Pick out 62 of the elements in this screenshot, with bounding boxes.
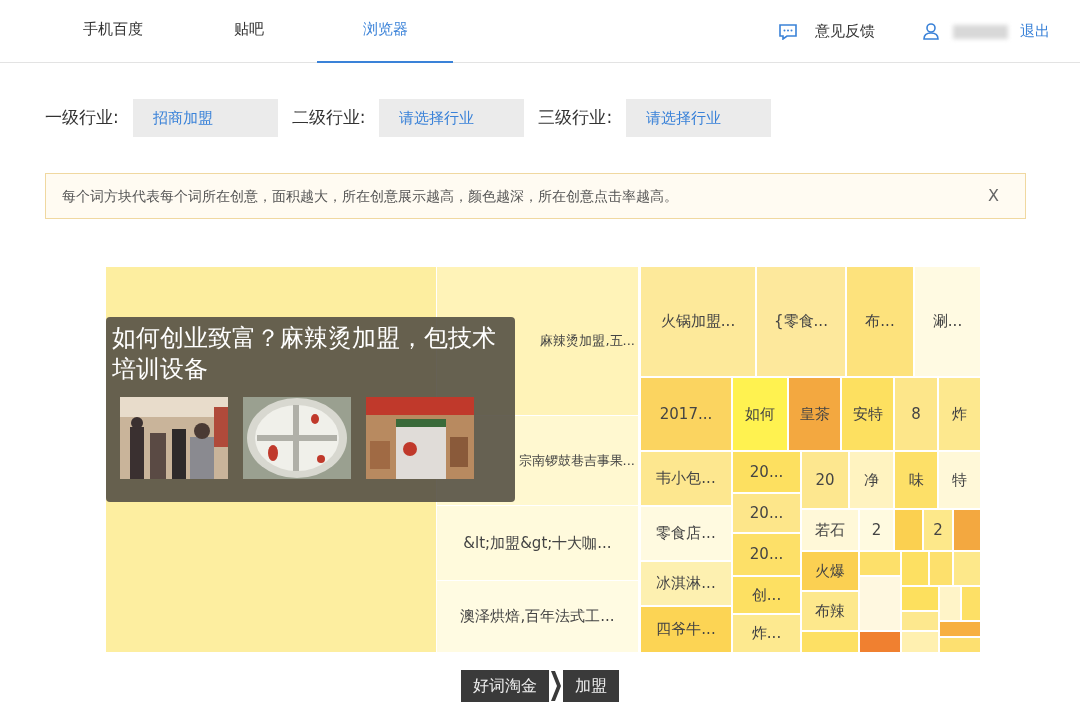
treemap-tile[interactable]	[860, 552, 900, 575]
user-icon[interactable]	[923, 23, 939, 40]
treemap-tile[interactable]	[860, 577, 900, 630]
filter-label: 三级行业:	[538, 106, 613, 130]
nav-tab[interactable]: 贴吧	[181, 0, 317, 63]
treemap-tile[interactable]	[962, 587, 980, 620]
treemap-tile[interactable]: 火锅加盟...	[641, 267, 755, 376]
treemap-tile[interactable]: &lt;加盟&gt;十大咖...	[437, 506, 638, 580]
treemap-tile[interactable]	[940, 638, 980, 652]
treemap-tile[interactable]	[902, 612, 938, 630]
treemap-tile[interactable]: 2	[924, 510, 952, 550]
treemap-tile[interactable]: 布辣	[802, 592, 858, 630]
treemap-tile[interactable]: 2	[860, 510, 893, 550]
treemap-tile[interactable]: 零食店...	[641, 507, 731, 560]
treemap-tile[interactable]: 味	[895, 452, 937, 508]
treemap-tile[interactable]	[940, 587, 960, 620]
treemap-tile[interactable]	[940, 622, 980, 636]
filter-label: 二级行业:	[291, 106, 366, 130]
nav-tab[interactable]: 手机百度	[45, 0, 181, 63]
treemap-tile[interactable]: 澳泽烘焙,百年法式工...	[437, 581, 638, 652]
treemap-tile[interactable]: 20...	[733, 494, 800, 532]
blurred-username	[953, 24, 1008, 39]
treemap-tile[interactable]: 炸...	[733, 615, 800, 652]
treemap-tile[interactable]	[802, 632, 858, 652]
feedback-link[interactable]: 意见反馈	[815, 20, 875, 43]
treemap-tile[interactable]: 冰淇淋...	[641, 562, 731, 605]
breadcrumb-item[interactable]: 好词淘金	[461, 670, 549, 702]
treemap-tile[interactable]: 创...	[733, 577, 800, 613]
treemap-tile[interactable]: 皇茶	[789, 378, 840, 450]
treemap-tile[interactable]: 韦小包...	[641, 452, 731, 505]
logout-link[interactable]: 退出	[1020, 20, 1050, 43]
treemap-tile[interactable]: 安特	[842, 378, 893, 450]
treemap-tile[interactable]	[954, 552, 980, 585]
treemap-tile[interactable]: 如何	[733, 378, 787, 450]
treemap-tile[interactable]: 8	[895, 378, 937, 450]
treemap-tile[interactable]: 特	[939, 452, 980, 508]
treemap-tile[interactable]	[902, 632, 938, 652]
close-button[interactable]: X	[988, 184, 999, 208]
treemap-tile[interactable]	[860, 632, 900, 652]
nav-tab[interactable]: 浏览器	[317, 0, 453, 63]
feedback-icon[interactable]	[779, 23, 797, 40]
chevron-icon	[551, 671, 561, 701]
treemap-tile[interactable]: 20	[802, 452, 848, 508]
treemap-tile[interactable]: 若石	[802, 510, 858, 550]
treemap-tile[interactable]: 四爷牛...	[641, 607, 731, 652]
treemap-tile[interactable]: 火爆	[802, 552, 858, 590]
treemap-tile[interactable]: 炸	[939, 378, 980, 450]
treemap-tile[interactable]: 2017...	[641, 378, 731, 450]
treemap-tile[interactable]: 布...	[847, 267, 913, 376]
treemap-tile[interactable]	[954, 510, 980, 550]
filter-label: 一级行业:	[45, 106, 119, 130]
treemap-tile[interactable]: {零食...	[757, 267, 845, 376]
treemap-tile[interactable]	[895, 510, 922, 550]
treemap-tile[interactable]: 涮...	[915, 267, 980, 376]
treemap-tile[interactable]	[930, 552, 952, 585]
treemap-tile[interactable]: 20...	[733, 534, 800, 575]
treemap-tile[interactable]: 净	[850, 452, 893, 508]
treemap-tile[interactable]	[902, 552, 928, 585]
treemap-tile[interactable]: 20...	[733, 452, 800, 492]
treemap-tile[interactable]	[902, 587, 938, 610]
notice-text: 每个词方块代表每个词所在创意，面积越大，所在创意展示越高，颜色越深，所在创意点击率越高。	[62, 186, 678, 206]
breadcrumb-item[interactable]: 加盟	[563, 670, 619, 702]
